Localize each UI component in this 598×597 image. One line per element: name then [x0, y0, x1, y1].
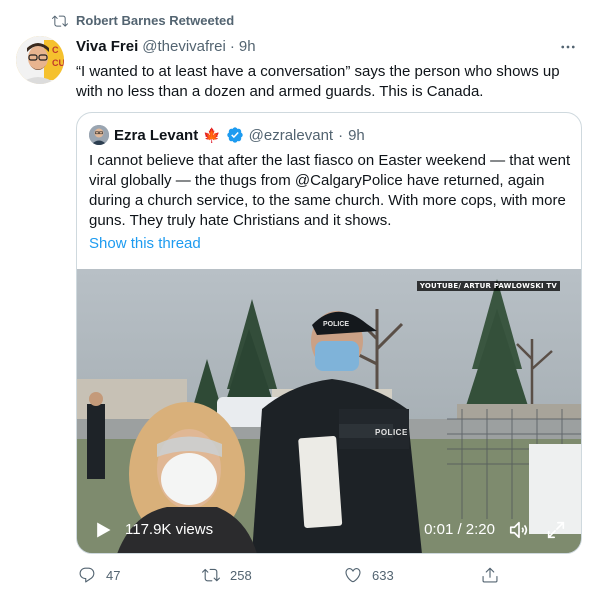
share-icon — [482, 567, 498, 583]
separator: · — [229, 38, 235, 55]
svg-text:CU: CU — [52, 58, 64, 68]
retweet-count: 258 — [230, 567, 252, 583]
quoted-tweet-time[interactable]: 9h — [348, 127, 365, 144]
heart-icon — [345, 568, 361, 583]
more-horizontal-icon — [561, 45, 575, 49]
avatar-image: C CU — [16, 36, 64, 84]
svg-text:C: C — [52, 45, 59, 55]
retweet-icon — [52, 15, 68, 27]
more-button[interactable] — [556, 37, 580, 57]
video-player[interactable]: POLICE POLICE YOUTUBE/ ARTUR PAWLOWSKI T… — [77, 269, 581, 553]
tweet-text: “I wanted to at least have a conversatio… — [76, 63, 560, 100]
reply-icon — [79, 567, 95, 583]
like-button[interactable]: 633 — [344, 566, 394, 584]
quoted-author-avatar — [89, 125, 109, 145]
cap-label: POLICE — [323, 321, 350, 328]
quoted-author-name[interactable]: Ezra Levant — [114, 127, 198, 144]
view-count: 117.9K views — [125, 521, 214, 538]
maple-leaf-icon: 🍁 — [203, 126, 221, 143]
quoted-tweet-card[interactable]: Ezra Levant 🍁 @ezralevant · 9h I cannot … — [76, 112, 582, 554]
reply-count: 47 — [106, 567, 121, 583]
quoted-tweet-text: I cannot believe that after the last fia… — [89, 152, 571, 229]
author-handle[interactable]: @thevivafrei — [142, 38, 226, 55]
author-name[interactable]: Viva Frei — [76, 38, 138, 55]
quoted-author-handle[interactable]: @ezralevant — [249, 127, 333, 144]
show-thread-link[interactable]: Show this thread — [89, 235, 201, 252]
quoted-avatar-image — [89, 125, 109, 145]
play-icon[interactable] — [93, 520, 113, 540]
author-avatar[interactable]: C CU — [16, 36, 64, 84]
retweet-action-icon — [202, 568, 220, 582]
like-count: 633 — [372, 567, 394, 583]
retweet-banner-label[interactable]: Robert Barnes Retweeted — [76, 13, 234, 28]
vest-label: POLICE — [375, 428, 408, 437]
tweet-actions: 47 258 633 — [76, 566, 506, 588]
video-controls: 117.9K views 0:01 / 2:20 — [77, 506, 581, 553]
tweet-time[interactable]: 9h — [239, 38, 256, 55]
share-button[interactable] — [481, 566, 499, 584]
quoted-separator: · — [338, 126, 344, 144]
reply-button[interactable]: 47 — [78, 566, 120, 584]
quoted-tweet-header: Ezra Levant 🍁 @ezralevant · 9h — [89, 125, 365, 145]
retweet-button[interactable]: 258 — [202, 566, 252, 584]
video-watermark: YOUTUBE/ ARTUR PAWLOWSKI TV — [416, 281, 560, 291]
volume-muted-icon[interactable] — [507, 519, 531, 541]
verified-badge-icon — [226, 127, 243, 143]
tweet-header: Viva Frei @thevivafrei · 9h — [76, 38, 256, 55]
video-time: 0:01 / 2:20 — [424, 521, 495, 538]
fullscreen-icon[interactable] — [545, 519, 567, 541]
